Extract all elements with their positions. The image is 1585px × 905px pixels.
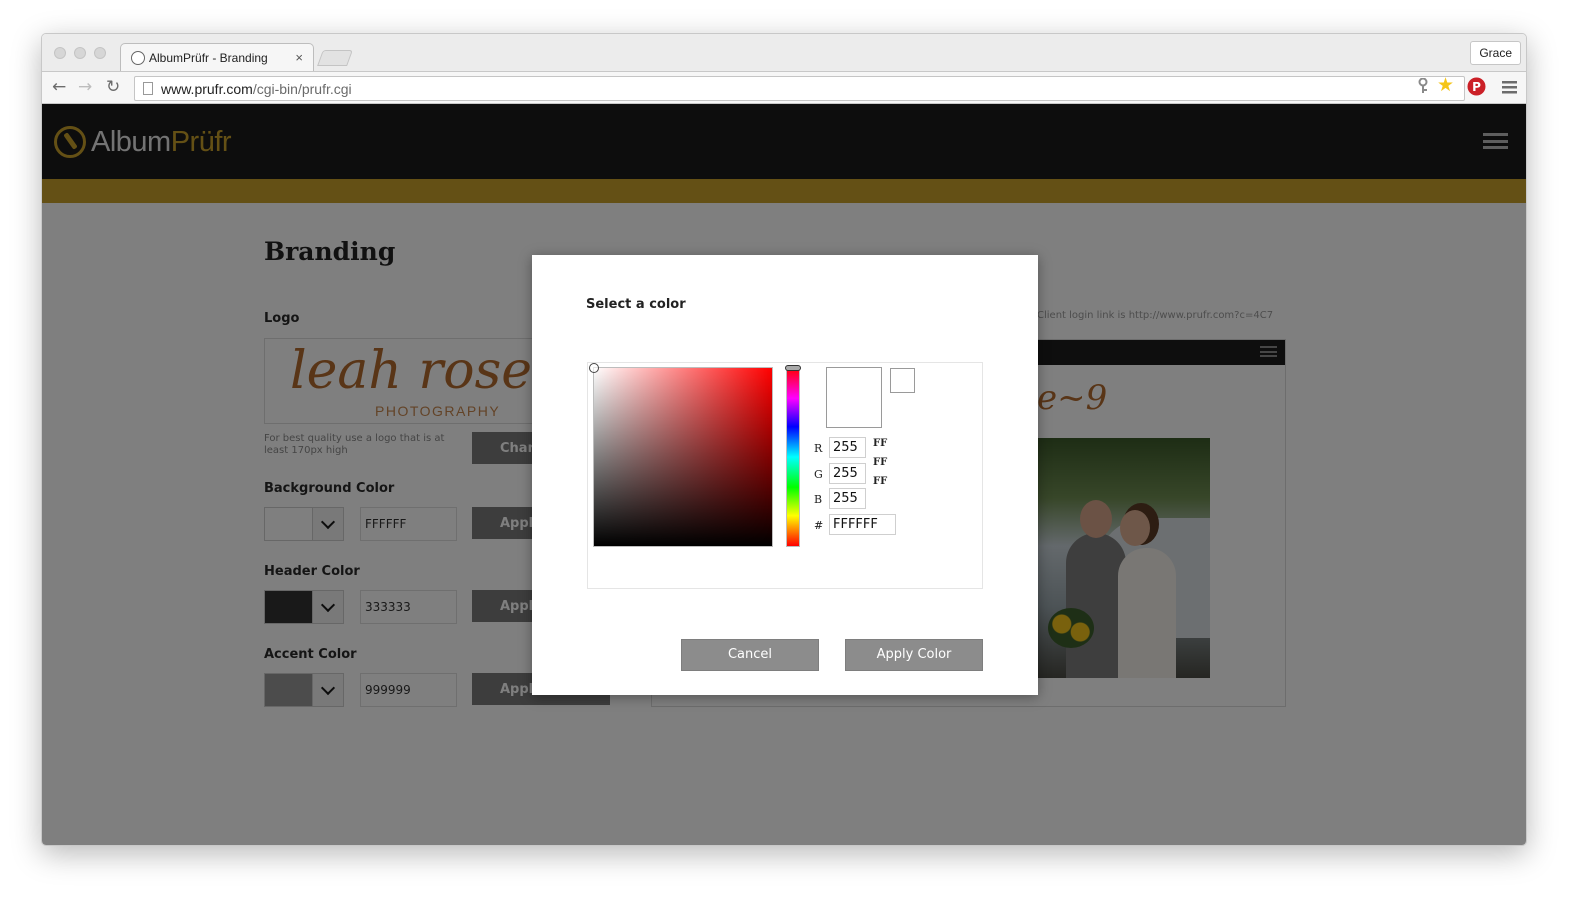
star-icon[interactable]: ★	[1437, 76, 1454, 95]
red-input[interactable]: 255	[829, 437, 866, 458]
new-tab-button[interactable]	[317, 50, 353, 66]
tab-title: AlbumPrüfr - Branding	[149, 51, 268, 65]
profile-button[interactable]: Grace	[1470, 41, 1521, 65]
page-viewport: AlbumPrüfr Branding Logo leah rose PHOTO…	[42, 104, 1526, 845]
pinterest-icon[interactable]: P	[1467, 77, 1486, 100]
key-icon[interactable]	[1418, 77, 1428, 98]
close-window-icon[interactable]	[54, 47, 66, 59]
svg-text:P: P	[1472, 80, 1481, 94]
sv-cursor-handle[interactable]	[589, 363, 599, 373]
forward-icon[interactable]: →	[78, 78, 92, 96]
blue-label: B	[814, 493, 823, 506]
green-input[interactable]: 255	[829, 463, 866, 484]
apply-color-button[interactable]: Apply Color	[845, 639, 983, 671]
green-label: G	[814, 468, 823, 481]
color-picker: R 255 FF G 255 FF B 255 FF # FFFFFF	[587, 362, 983, 589]
green-hex: FF	[873, 457, 888, 468]
blue-hex: FF	[873, 476, 888, 487]
maximize-window-icon[interactable]	[94, 47, 106, 59]
reload-icon[interactable]: ↻	[106, 78, 120, 96]
blue-input[interactable]: 255	[829, 488, 866, 509]
new-color-preview	[826, 367, 882, 428]
hue-slider-handle[interactable]	[785, 365, 801, 371]
favicon-icon	[131, 51, 145, 65]
tab-strip: AlbumPrüfr - Branding × Grace	[42, 34, 1526, 72]
chrome-menu-icon[interactable]	[1502, 80, 1517, 98]
red-hex: FF	[873, 438, 888, 449]
hue-slider[interactable]	[785, 365, 801, 547]
red-label: R	[814, 442, 823, 455]
page-icon	[143, 82, 153, 95]
browser-window: AlbumPrüfr - Branding × Grace ← → ↻ www.…	[41, 33, 1527, 846]
browser-toolbar: ← → ↻ www.prufr.com/cgi-bin/prufr.cgi ★ …	[42, 71, 1526, 104]
back-icon[interactable]: ←	[52, 78, 66, 96]
current-color-preview[interactable]	[890, 368, 915, 393]
tab-close-icon[interactable]: ×	[295, 50, 303, 65]
minimize-window-icon[interactable]	[74, 47, 86, 59]
saturation-value-square[interactable]	[589, 363, 773, 547]
browser-tab[interactable]: AlbumPrüfr - Branding ×	[120, 43, 314, 72]
address-bar[interactable]: www.prufr.com/cgi-bin/prufr.cgi	[134, 76, 1465, 101]
url-text[interactable]: www.prufr.com/cgi-bin/prufr.cgi	[161, 81, 352, 97]
hex-input[interactable]: FFFFFF	[829, 514, 896, 535]
hex-label: #	[814, 519, 824, 532]
cancel-button[interactable]: Cancel	[681, 639, 819, 671]
dialog-title: Select a color	[586, 297, 686, 312]
color-picker-dialog: Select a color R 255 FF G 255 FF B 255 F…	[532, 255, 1038, 695]
